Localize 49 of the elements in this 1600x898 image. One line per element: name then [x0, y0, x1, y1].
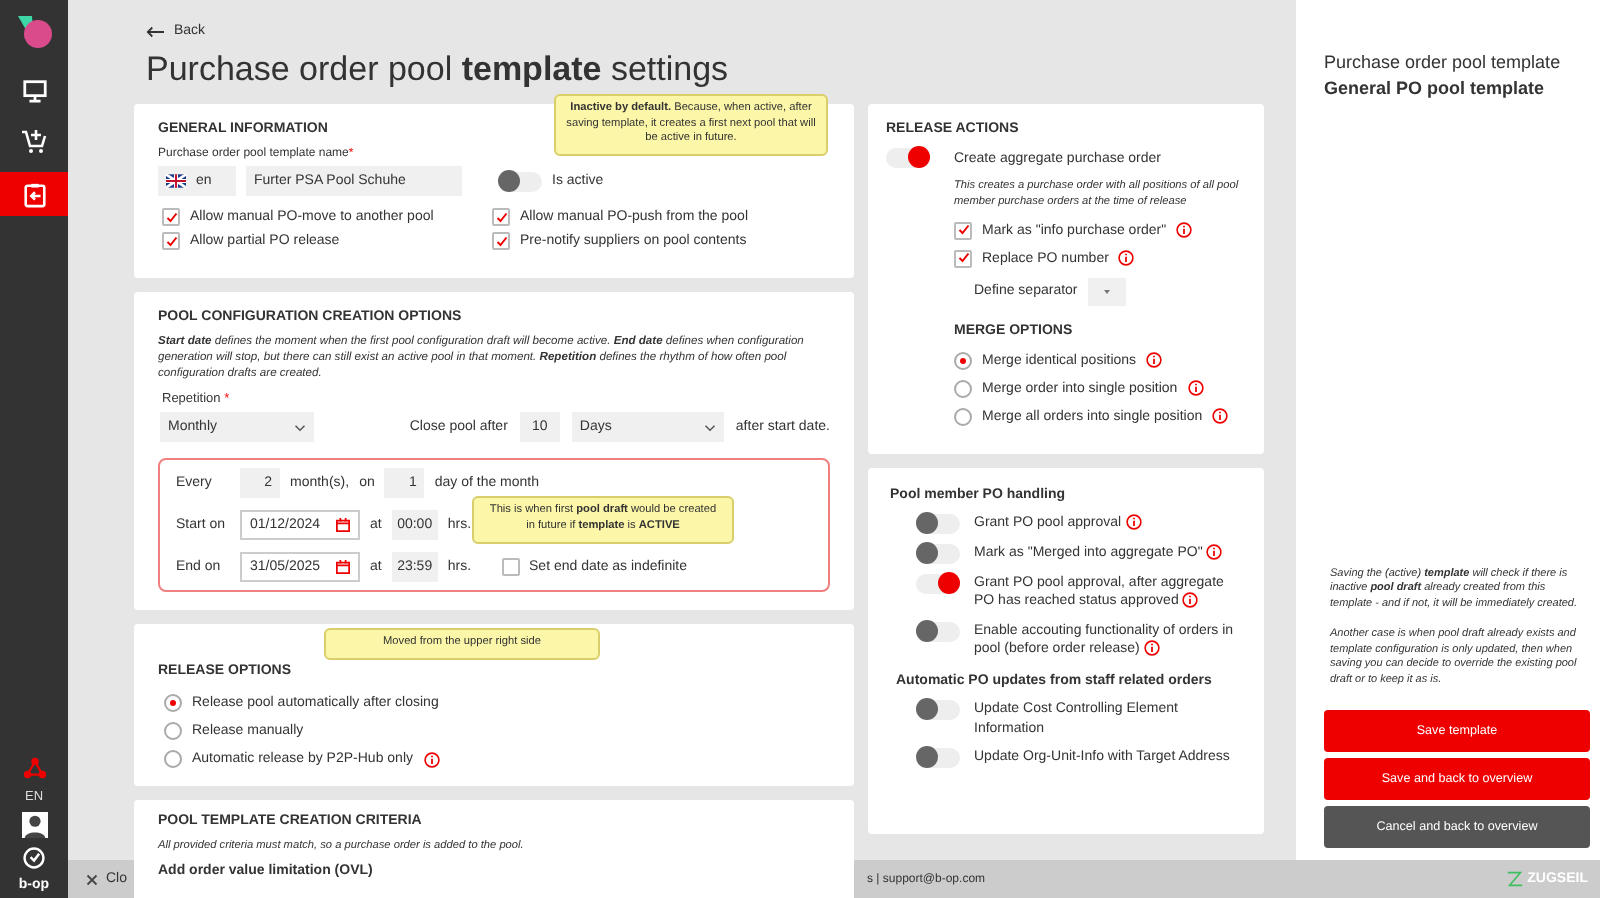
info-icon[interactable] — [1212, 408, 1229, 425]
info-icon[interactable] — [1206, 543, 1223, 560]
z-logo-icon — [1505, 870, 1524, 888]
setting-toggle[interactable] — [916, 573, 960, 594]
setting-toggle[interactable] — [916, 748, 960, 769]
info-icon[interactable] — [1143, 640, 1160, 657]
info-icon[interactable] — [1118, 250, 1135, 267]
calendar-icon — [336, 518, 350, 533]
checkbox[interactable] — [501, 558, 520, 577]
support-icon[interactable] — [22, 846, 46, 870]
info-icon[interactable] — [1146, 352, 1163, 369]
radio-button[interactable] — [164, 722, 182, 741]
setting-toggle[interactable] — [916, 621, 960, 642]
monitor-icon — [21, 77, 47, 103]
caret-icon — [1103, 289, 1110, 294]
chevron-down-icon — [703, 423, 716, 432]
checkbox[interactable] — [162, 232, 180, 250]
radio-button[interactable] — [954, 379, 972, 398]
checkbox[interactable] — [492, 208, 510, 226]
app-logo-icon — [14, 12, 54, 52]
info-icon[interactable] — [1125, 513, 1142, 530]
user-avatar-icon[interactable] — [21, 812, 47, 838]
checkbox[interactable] — [162, 208, 180, 226]
network-icon — [21, 756, 47, 782]
checkbox[interactable] — [954, 221, 972, 240]
page-title: Purchase order pool template settings — [146, 50, 731, 90]
info-icon[interactable] — [1187, 380, 1204, 397]
radio-button[interactable] — [954, 407, 972, 426]
info-icon[interactable] — [423, 751, 439, 768]
checkbox[interactable] — [492, 232, 510, 250]
info-icon[interactable] — [1182, 592, 1199, 609]
chevron-down-icon — [294, 423, 306, 432]
checkbox[interactable] — [954, 249, 972, 268]
active-toggle[interactable] — [498, 171, 542, 191]
panel-title: Purchase order pool template — [1324, 52, 1563, 72]
radio-button[interactable] — [164, 750, 182, 769]
cart-plus-icon — [20, 128, 48, 156]
arrow-left-icon — [146, 25, 164, 37]
setting-toggle[interactable] — [916, 543, 960, 564]
flag-icon — [166, 174, 186, 188]
radio-button[interactable] — [954, 351, 972, 370]
setting-toggle[interactable] — [916, 700, 960, 721]
radio-button[interactable] — [164, 694, 182, 713]
calendar-icon — [336, 560, 350, 575]
aggregate-toggle[interactable] — [886, 148, 930, 168]
setting-toggle[interactable] — [916, 513, 960, 534]
info-icon[interactable] — [1176, 222, 1193, 239]
panel-subtitle: General PO pool template — [1324, 78, 1547, 98]
close-icon — [86, 873, 98, 885]
